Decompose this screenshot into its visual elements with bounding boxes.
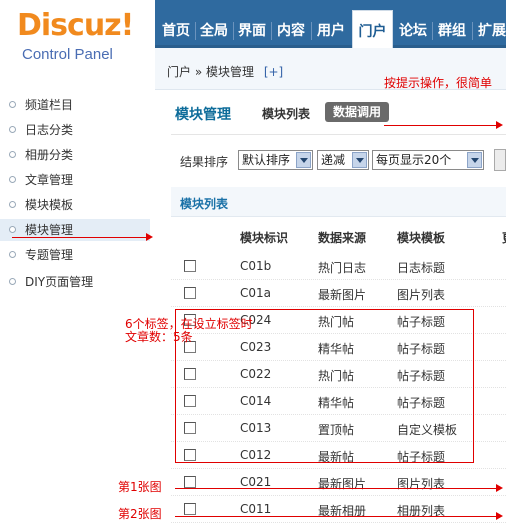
list-header: 模块列表 (171, 187, 506, 217)
list-title: 模块列表 (180, 197, 229, 211)
annotation-arrow-line (175, 516, 496, 517)
sidebar-item-label: 日志分类 (25, 123, 74, 137)
tab-portal[interactable]: 门户 (352, 10, 393, 48)
chevron-down-icon (467, 152, 482, 168)
per-page-value: 每页显示20个 (376, 153, 452, 167)
column-header-source: 数据来源 (318, 231, 367, 245)
nav-divider (233, 22, 234, 40)
row-checkbox[interactable] (184, 260, 196, 272)
tab-block-list[interactable]: 模块列表 (262, 105, 310, 122)
top-nav: 首页 全局 界面 内容 用户 门户 论坛 群组 扩展 (155, 0, 506, 48)
arrow-right-icon (146, 233, 153, 241)
sort-label: 结果排序 (180, 155, 229, 169)
annotation-arrow-line (12, 237, 146, 238)
row-checkbox[interactable] (184, 476, 196, 488)
nav-divider (195, 22, 196, 40)
breadcrumb-path: 门户 » 模块管理 (167, 65, 254, 79)
sidebar-item-blog-categories[interactable]: 日志分类 (0, 119, 150, 141)
bullet-icon (9, 201, 16, 208)
sidebar-item-label: 模块模板 (25, 198, 74, 212)
bullet-icon (9, 226, 16, 233)
annotation-pic2: 第2张图 (118, 507, 162, 521)
sidebar: 频道栏目 日志分类 相册分类 文章管理 模块模板 模块管理 专题管理 DIY页面… (0, 82, 155, 528)
row-id: C011 (240, 502, 272, 516)
nav-divider (271, 22, 272, 40)
direction-select[interactable]: 递减 (317, 150, 369, 170)
annotation-hint: 按提示操作，很简单 (384, 76, 493, 90)
row-source: 最新图片 (318, 288, 367, 302)
row-checkbox[interactable] (184, 287, 196, 299)
tab-forum[interactable]: 论坛 (396, 16, 430, 48)
annotation-highlight-box (175, 309, 474, 463)
logo-title: Discuz! (17, 8, 134, 43)
tab-home[interactable]: 首页 (159, 16, 193, 48)
tab-ui[interactable]: 界面 (235, 16, 269, 48)
row-id: C01a (240, 286, 272, 300)
tab-users[interactable]: 用户 (313, 16, 349, 48)
nav-divider (432, 22, 433, 40)
sidebar-item-articles[interactable]: 文章管理 (0, 169, 150, 191)
sidebar-item-block-templates[interactable]: 模块模板 (0, 194, 150, 216)
tab-content[interactable]: 内容 (273, 16, 309, 48)
arrow-right-icon (496, 484, 503, 492)
row-source: 热门日志 (318, 261, 367, 275)
nav-divider (472, 22, 473, 40)
order-by-select[interactable]: 默认排序 (238, 150, 313, 170)
table-row: C021 最新图片 图片列表 (171, 469, 506, 496)
sidebar-item-label: 专题管理 (25, 248, 74, 262)
bullet-icon (9, 176, 16, 183)
tab-extensions[interactable]: 扩展 (474, 16, 506, 48)
page-title: 模块管理 (175, 107, 231, 123)
row-source: 最新图片 (318, 477, 367, 491)
annotation-arrow-line (384, 125, 496, 126)
sidebar-item-label: 文章管理 (25, 173, 74, 187)
logo[interactable]: Discuz! Control Panel (0, 0, 155, 82)
bullet-icon (9, 278, 16, 285)
nav-divider (311, 22, 312, 40)
table-row: C01b 热门日志 日志标题 (171, 253, 506, 280)
order-by-value: 默认排序 (242, 153, 291, 167)
sidebar-item-label: 相册分类 (25, 148, 74, 162)
annotation-pic1: 第1张图 (118, 480, 162, 494)
breadcrumb: 门户 » 模块管理 [+] (167, 63, 283, 80)
row-template: 日志标题 (397, 261, 446, 275)
bullet-icon (9, 251, 16, 258)
column-header-update: 更 (502, 229, 506, 246)
tab-data-call[interactable]: 数据调用 (325, 102, 390, 122)
divider (171, 134, 506, 135)
column-header-template: 模块模板 (397, 231, 446, 245)
chevron-down-icon (296, 152, 311, 168)
direction-value: 递减 (321, 153, 346, 167)
tab-groups[interactable]: 群组 (434, 16, 470, 48)
chevron-down-icon (352, 152, 367, 168)
row-template: 图片列表 (397, 477, 446, 491)
sidebar-item-topics[interactable]: 专题管理 (0, 244, 150, 266)
logo-subtitle: Control Panel (22, 46, 113, 63)
table-row: C011 最新相册 相册列表 (171, 496, 506, 523)
submit-button[interactable] (494, 149, 506, 171)
sidebar-item-label: DIY页面管理 (25, 275, 94, 289)
bullet-icon (9, 101, 16, 108)
tab-global[interactable]: 全局 (197, 16, 231, 48)
per-page-select[interactable]: 每页显示20个 (372, 150, 484, 170)
sidebar-item-label: 频道栏目 (25, 98, 74, 112)
bullet-icon (9, 151, 16, 158)
arrow-right-icon (496, 121, 503, 129)
row-id: C021 (240, 475, 272, 489)
column-header-id: 模块标识 (240, 231, 289, 245)
arrow-right-icon (496, 512, 503, 520)
annotation-arrow-line (175, 488, 496, 489)
add-shortcut-link[interactable]: [+] (264, 65, 283, 79)
sidebar-item-channels[interactable]: 频道栏目 (0, 94, 150, 116)
table-row: C01a 最新图片 图片列表 (171, 280, 506, 307)
annotation-note-line2: 文章数：5条 (125, 330, 193, 344)
row-template: 图片列表 (397, 288, 446, 302)
row-id: C01b (240, 259, 272, 273)
bullet-icon (9, 126, 16, 133)
sidebar-item-album-categories[interactable]: 相册分类 (0, 144, 150, 166)
sidebar-item-diy-pages[interactable]: DIY页面管理 (0, 271, 150, 293)
row-checkbox[interactable] (184, 503, 196, 515)
